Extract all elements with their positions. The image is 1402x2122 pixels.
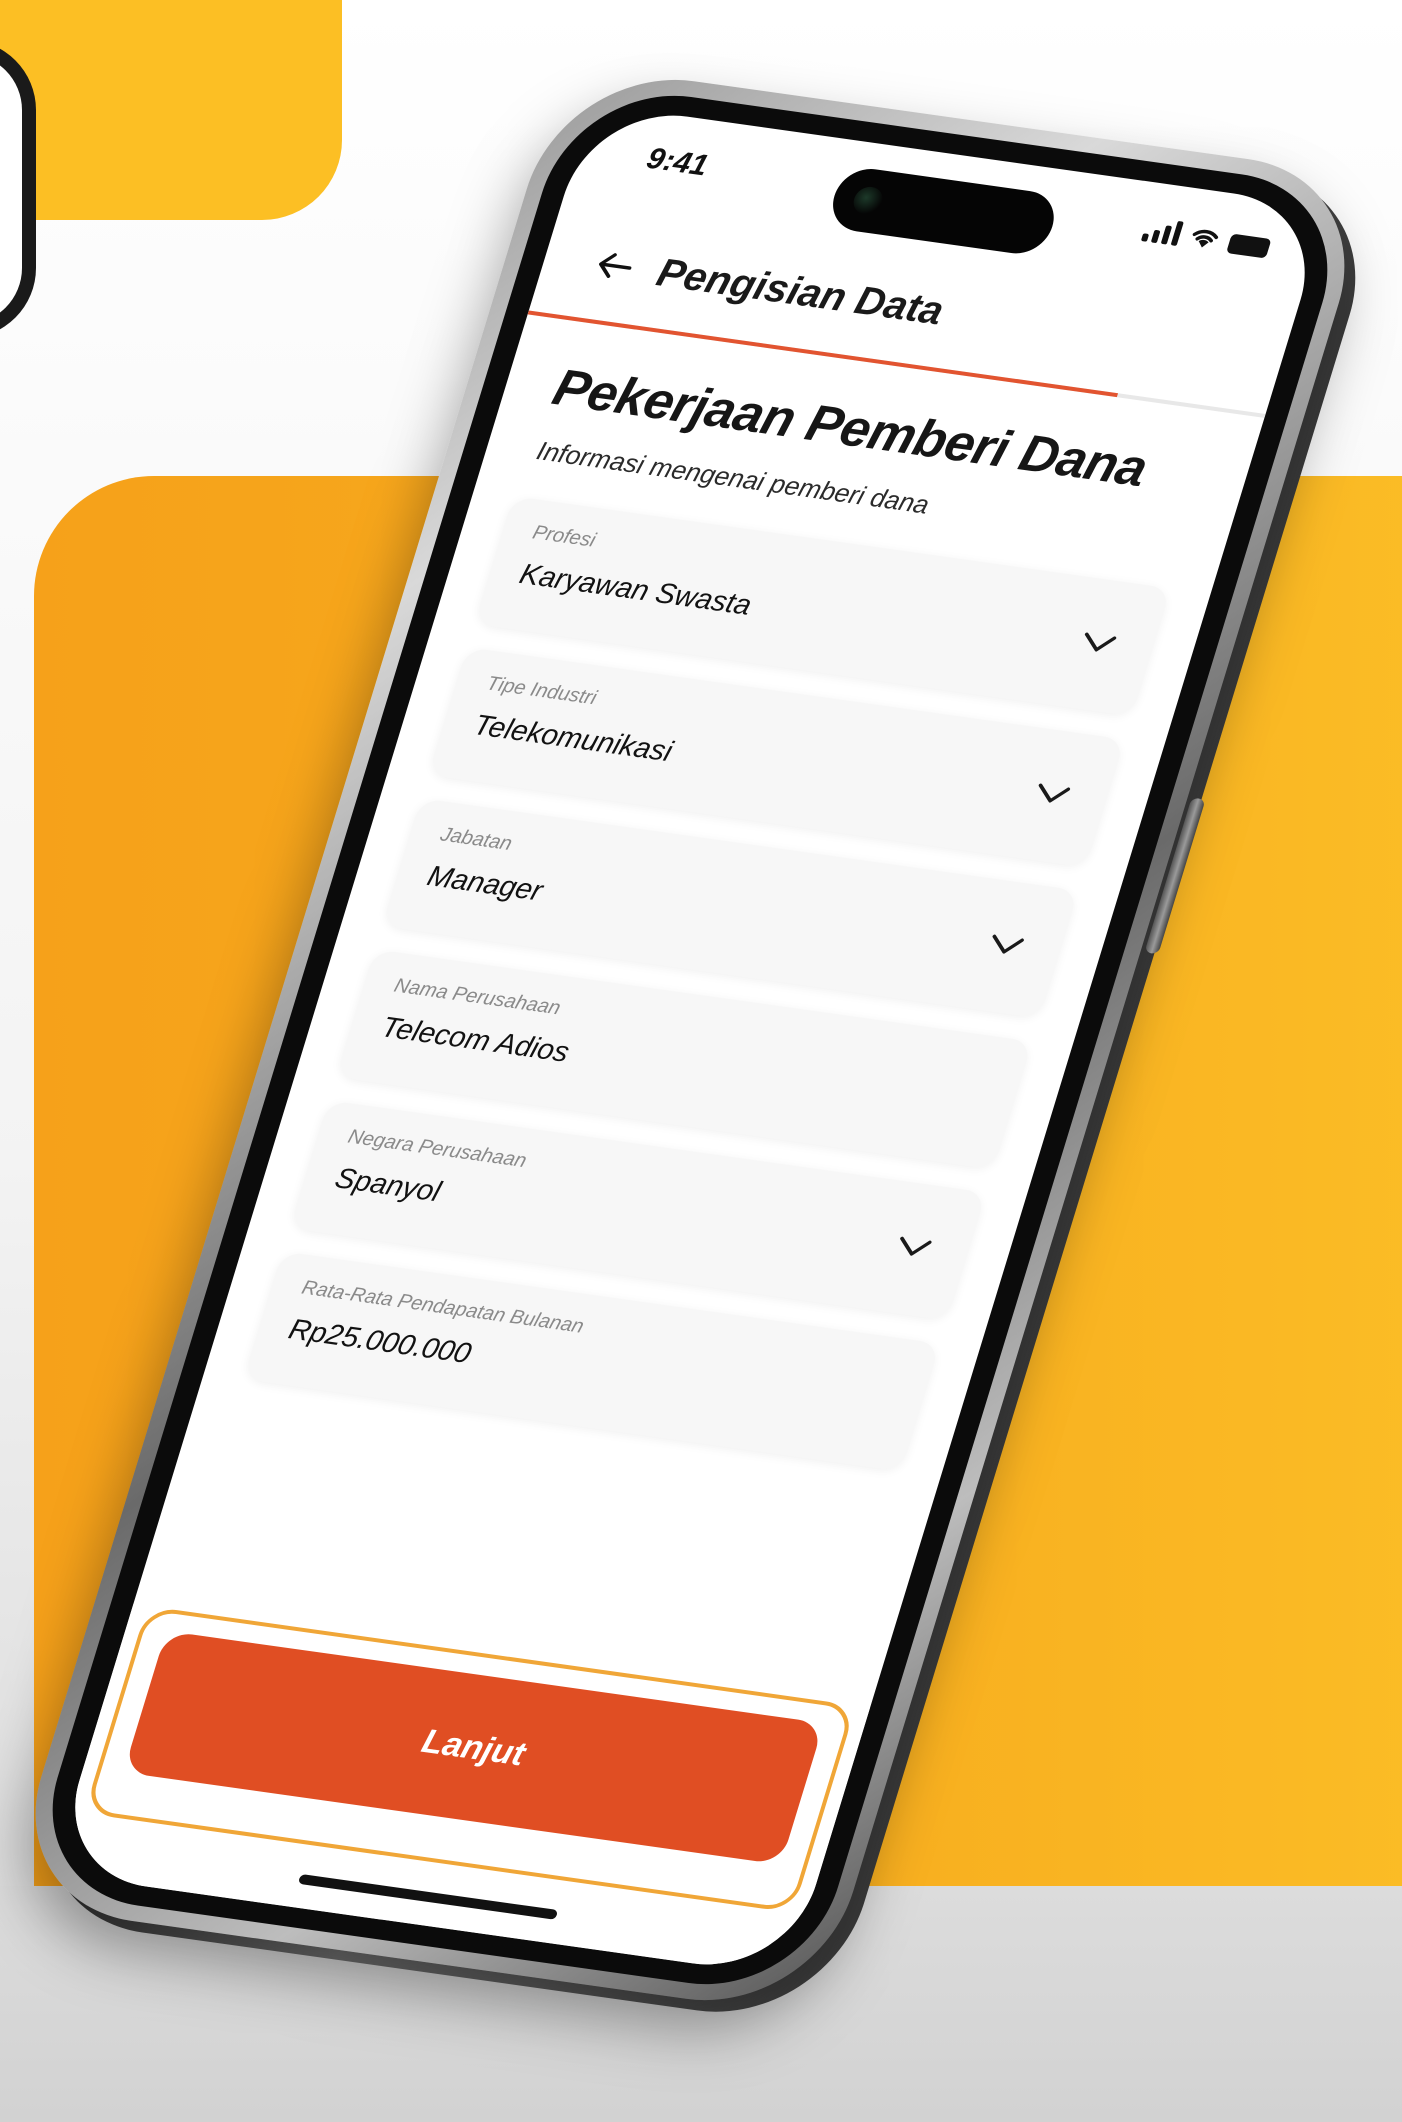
background-phone-corner: [0, 40, 36, 338]
field-value: Rp25.000.000: [284, 1313, 475, 1370]
home-indicator: [297, 1873, 559, 1920]
field-value: Karyawan Swasta: [515, 558, 756, 622]
status-time: 9:41: [642, 142, 713, 183]
chevron-down-icon: [1084, 632, 1117, 652]
battery-icon: [1226, 233, 1272, 259]
field-value: Telekomunikasi: [469, 709, 677, 769]
field-label: Nama Perusahaan: [391, 974, 564, 1020]
field-value: Spanyol: [331, 1162, 445, 1209]
dynamic-island: [824, 164, 1062, 258]
field-value: Manager: [423, 860, 547, 908]
chevron-down-icon: [992, 934, 1024, 954]
signal-icon: [1140, 216, 1184, 246]
field-label: Tipe Industri: [483, 672, 600, 710]
background-yellow-tile: [0, 0, 342, 220]
header-title: Pengisian Data: [651, 250, 949, 333]
chevron-down-icon: [1038, 783, 1071, 803]
camera-lens-icon: [850, 185, 887, 217]
field-label: Jabatan: [437, 823, 515, 855]
field-label: Negara Perusahaan: [345, 1125, 530, 1172]
field-value: Telecom Adios: [377, 1011, 574, 1069]
arrow-left-icon: [599, 253, 632, 278]
back-button[interactable]: [586, 242, 643, 291]
cta-area: Lanjut: [51, 1604, 871, 1977]
chevron-down-icon: [900, 1236, 932, 1256]
wifi-icon: [1192, 229, 1219, 248]
status-icons: [1140, 216, 1273, 259]
field-label: Profesi: [530, 521, 599, 552]
